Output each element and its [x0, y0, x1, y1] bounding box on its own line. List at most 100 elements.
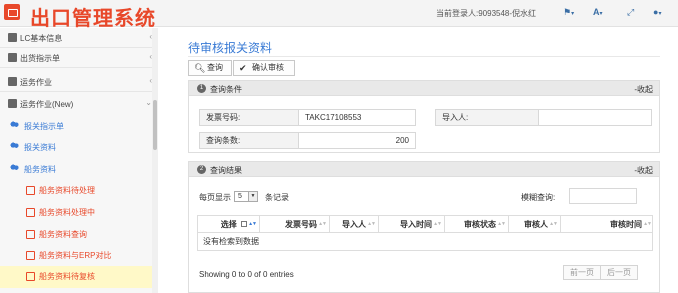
importer-input[interactable]	[538, 109, 652, 126]
sidebar-item-label: 船务资料	[24, 165, 56, 174]
sidebar-item-label: 船务资料与ERP对比	[39, 251, 112, 260]
panel-title: 查询条件	[210, 85, 242, 94]
column-label: 导入人	[342, 220, 366, 229]
next-page-button[interactable]: 后一页	[600, 265, 638, 280]
document-icon	[8, 99, 17, 108]
sidebar-scrollbar[interactable]	[152, 28, 158, 293]
sidebar-item-label: 运务作业	[20, 78, 52, 87]
scroll-thumb[interactable]	[153, 100, 157, 150]
sidebar-item-transport-new[interactable]: 运务作业(New) ⌄	[0, 94, 152, 114]
sidebar-item-shipping-erp-compare[interactable]: 船务资料与ERP对比	[0, 245, 152, 265]
user-icon[interactable]: ●▾	[653, 7, 661, 17]
column-header-reviewer[interactable]: 审核人 ▲▼	[509, 216, 561, 233]
query-button[interactable]: 🔍︎ 查询	[188, 60, 232, 76]
step-number-badge: 1	[197, 84, 206, 93]
sidebar-item-lc-info[interactable]: LC基本信息 ‹	[0, 28, 152, 48]
fuzzy-search-label: 模糊查询:	[521, 193, 556, 202]
sidebar-item-shipping-review[interactable]: 船务资料待复核	[0, 266, 152, 288]
sort-icon: ▲▼	[497, 221, 506, 227]
sidebar-item-shipping-pending[interactable]: 船务资料待处理	[0, 180, 152, 200]
column-header-invoice-number[interactable]: 发票号码 ▲▼	[260, 216, 330, 233]
sidebar-item-shipping-processing[interactable]: 船务资料处理中	[0, 202, 152, 222]
card-icon	[26, 251, 35, 260]
sidebar-item-label: 船务资料待复核	[39, 272, 95, 281]
prev-page-button[interactable]: 前一页	[563, 265, 601, 280]
app-header: 出口管理系统 当前登录人:9093548-倪水红 ⚑▾ A▾ ⤢ ●▾	[0, 0, 678, 30]
sort-icon: ▲▼	[549, 221, 558, 227]
font-size-icon[interactable]: A▾	[593, 7, 603, 17]
search-icon: 🔍︎	[194, 63, 206, 73]
query-conditions-panel: 1 查询条件 -收起 发票号码: TAKC17108553 导入人: 查询条数:…	[188, 80, 660, 153]
column-header-review-time[interactable]: 审核时间 ▲▼	[561, 216, 654, 233]
people-icon	[10, 164, 19, 173]
column-header-select[interactable]: 选择 ▲▼	[198, 216, 260, 233]
column-label: 导入时间	[400, 220, 432, 229]
column-label: 审核时间	[610, 220, 642, 229]
table-info: Showing 0 to 0 of 0 entries	[199, 270, 294, 279]
collapse-button[interactable]: -收起	[634, 84, 653, 95]
app-logo-icon	[4, 4, 20, 20]
column-header-import-time[interactable]: 导入时间 ▲▼	[379, 216, 445, 233]
page-size-prefix: 每页显示	[199, 193, 231, 202]
empty-row: 没有检索到数据	[203, 237, 259, 246]
fuzzy-search-input[interactable]	[569, 188, 637, 204]
people-icon	[10, 142, 19, 151]
sidebar-item-customs-instruction[interactable]: 报关指示单	[0, 116, 152, 136]
panel-header: 2 查询结果 -收起	[189, 162, 659, 177]
divider	[188, 56, 660, 57]
page-title: 待审核报关资料	[188, 41, 273, 55]
card-icon	[26, 186, 35, 195]
collapse-button[interactable]: -收起	[634, 165, 653, 176]
flag-icon[interactable]: ⚑▾	[563, 7, 574, 18]
card-icon	[26, 208, 35, 217]
main-content: 待审核报关资料 🔍︎ 查询 ✔ 确认审核 1 查询条件 -收起 发票号码: TA…	[162, 28, 678, 293]
sidebar-item-customs-data[interactable]: 报关资料	[0, 137, 152, 157]
confirm-review-button-label: 确认审核	[252, 63, 284, 72]
sidebar-item-label: 报关资料	[24, 143, 56, 152]
results-table: 选择 ▲▼ 发票号码 ▲▼ 导入人 ▲▼ 导入时间 ▲▼ 审核状态 ▲▼ 审核人…	[197, 215, 653, 251]
document-icon	[8, 77, 17, 86]
query-count-input[interactable]: 200	[298, 132, 416, 149]
page-size-value: 5	[238, 193, 242, 200]
invoice-number-input[interactable]: TAKC17108553	[298, 109, 416, 126]
people-icon	[10, 121, 19, 130]
query-results-panel: 2 查询结果 -收起 每页显示 5 ▼ 条记录 模糊查询: 选择 ▲▼ 发票号码…	[188, 161, 660, 293]
column-label: 审核状态	[464, 220, 496, 229]
table-header: 选择 ▲▼ 发票号码 ▲▼ 导入人 ▲▼ 导入时间 ▲▼ 审核状态 ▲▼ 审核人…	[198, 216, 652, 233]
sidebar-item-label: 运务作业(New)	[20, 100, 74, 109]
sidebar-item-shipping-data[interactable]: 船务资料	[0, 159, 152, 179]
expand-icon[interactable]: ⤢	[627, 7, 634, 18]
sort-icon: ▲▼	[367, 221, 376, 227]
chevron-down-icon: ▼	[248, 192, 257, 201]
sidebar: LC基本信息 ‹ 出货指示单 ‹ 运务作业 ‹ 运务作业(New) ⌄ 报关指示…	[0, 28, 158, 293]
confirm-review-button[interactable]: ✔ 确认审核	[233, 60, 295, 76]
invoice-number-label: 发票号码:	[199, 109, 299, 126]
sort-icon: ▲▼	[433, 221, 442, 227]
current-user-info: 当前登录人:9093548-倪水红	[436, 9, 537, 18]
sidebar-item-label: LC基本信息	[20, 34, 63, 43]
column-header-review-status[interactable]: 审核状态 ▲▼	[445, 216, 509, 233]
column-header-importer[interactable]: 导入人 ▲▼	[330, 216, 379, 233]
page-size-suffix: 条记录	[265, 193, 289, 202]
sidebar-item-transport[interactable]: 运务作业 ‹	[0, 72, 152, 92]
page-size-select[interactable]: 5 ▼	[234, 191, 258, 202]
sidebar-item-label: 船务资料处理中	[39, 208, 95, 217]
select-all-checkbox[interactable]	[241, 221, 247, 227]
sidebar-item-shipping-instruction[interactable]: 出货指示单 ‹	[0, 48, 152, 68]
importer-label: 导入人:	[435, 109, 539, 126]
document-icon	[8, 33, 17, 42]
sort-icon: ▲▼	[643, 221, 652, 227]
sidebar-item-label: 船务资料待处理	[39, 186, 95, 195]
sidebar-item-shipping-query[interactable]: 船务资料查询	[0, 224, 152, 244]
sidebar-item-label: 船务资料查询	[39, 230, 87, 239]
query-button-label: 查询	[207, 63, 223, 72]
app-title: 出口管理系统	[30, 6, 156, 30]
query-count-label: 查询条数:	[199, 132, 299, 149]
column-label: 选择	[220, 220, 237, 229]
panel-header: 1 查询条件 -收起	[189, 81, 659, 96]
document-icon	[8, 53, 17, 62]
column-label: 审核人	[524, 220, 548, 229]
sort-icon: ▲▼	[318, 221, 327, 227]
step-number-badge: 2	[197, 165, 206, 174]
sort-icon: ▲▼	[248, 221, 257, 227]
